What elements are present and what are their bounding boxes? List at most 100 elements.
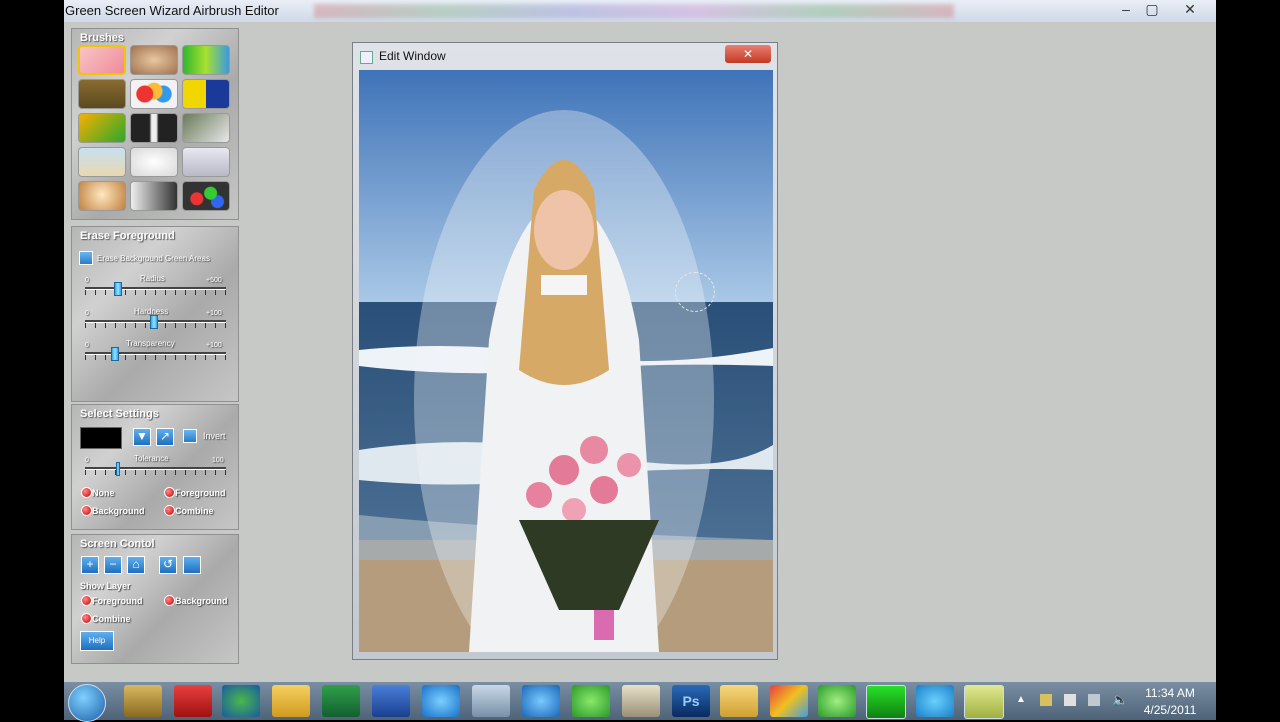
select-settings-panel: Select Settings ▼ ↗ Invert Tolerance 0 1… bbox=[71, 404, 239, 530]
close-button[interactable]: ✕ bbox=[1176, 0, 1204, 20]
color-dots-brush[interactable] bbox=[130, 79, 178, 109]
layer-radio-combine[interactable] bbox=[81, 613, 92, 624]
radio-combine-label: Combine bbox=[175, 506, 214, 516]
layer-radio-background[interactable] bbox=[164, 595, 175, 606]
transparency-label: Transparency bbox=[126, 339, 175, 348]
invert-checkbox[interactable] bbox=[183, 429, 197, 443]
title-decoration bbox=[314, 4, 954, 18]
fade-brush[interactable] bbox=[130, 181, 178, 211]
erase-background-label: Erase Background Green Areas bbox=[97, 254, 210, 263]
edit-window: Edit Window ✕ bbox=[352, 42, 778, 660]
transparency-min: 0 bbox=[85, 342, 89, 349]
erase-background-checkbox[interactable] bbox=[79, 251, 93, 265]
radio-combine[interactable] bbox=[164, 505, 175, 516]
erase-foreground-title: Erase Foreground bbox=[80, 230, 175, 242]
palm-brush[interactable] bbox=[78, 147, 126, 177]
maximize-button[interactable]: ▢ bbox=[1138, 0, 1166, 20]
brushes-title: Brushes bbox=[80, 32, 125, 44]
radio-none[interactable] bbox=[81, 487, 92, 498]
tray-flag-icon[interactable] bbox=[1064, 694, 1076, 706]
taskbar-mail-icon[interactable] bbox=[720, 685, 758, 717]
texture-brush[interactable] bbox=[78, 79, 126, 109]
tray-volume-icon[interactable]: 🔈 bbox=[1112, 692, 1128, 708]
home-button[interactable]: ⌂ bbox=[127, 556, 145, 574]
start-button[interactable] bbox=[68, 684, 106, 722]
color-swatch[interactable] bbox=[80, 427, 122, 449]
lightbulb-brush[interactable] bbox=[78, 181, 126, 211]
clock-time[interactable]: 11:34 AM bbox=[1136, 686, 1204, 700]
yellow-blue-brush[interactable] bbox=[182, 79, 230, 109]
title-bar[interactable]: Green Screen Wizard Airbrush Editor – ▢ … bbox=[64, 0, 1216, 22]
transparency-ticks bbox=[85, 355, 226, 360]
taskbar-calculator-icon[interactable] bbox=[472, 685, 510, 717]
taskbar-skype-icon[interactable] bbox=[916, 685, 954, 717]
layer-radio-foreground[interactable] bbox=[81, 595, 92, 606]
taskbar-photoshop-icon[interactable]: Ps bbox=[672, 685, 710, 717]
taskbar: Ps ▲ 🔈 11:34 AM 4/25/2011 bbox=[64, 682, 1216, 722]
gradient-brush[interactable] bbox=[182, 45, 230, 75]
show-layer-label: Show Layer bbox=[80, 581, 131, 591]
taskbar-excel-icon[interactable] bbox=[322, 685, 360, 717]
edit-window-close-button[interactable]: ✕ bbox=[725, 45, 771, 63]
taskbar-word-icon[interactable] bbox=[372, 685, 410, 717]
radius-min: 0 bbox=[85, 277, 89, 284]
radio-background-label: Background bbox=[92, 506, 145, 516]
wedding-brush[interactable] bbox=[182, 113, 230, 143]
taskbar-tools-icon[interactable] bbox=[124, 685, 162, 717]
taskbar-notes-icon[interactable] bbox=[964, 685, 1004, 719]
window-title: Green Screen Wizard Airbrush Editor bbox=[65, 3, 279, 18]
taskbar-green-icon[interactable] bbox=[818, 685, 856, 717]
clock-date[interactable]: 4/25/2011 bbox=[1136, 703, 1204, 717]
taskbar-greenscreen-wizard-icon[interactable] bbox=[866, 685, 906, 719]
minimize-button[interactable]: – bbox=[1112, 0, 1140, 20]
layer-radio-combine-label: Combine bbox=[92, 614, 131, 624]
tolerance-label: Tolerance bbox=[134, 454, 169, 463]
taskbar-filezilla-icon[interactable] bbox=[174, 685, 212, 717]
radio-none-label: None bbox=[92, 488, 115, 498]
radio-background[interactable] bbox=[81, 505, 92, 516]
brushes-panel: Brushes bbox=[71, 28, 239, 220]
screen-control-panel: Screen Contol + − ⌂ ↺ Show Layer Foregro… bbox=[71, 534, 239, 664]
brush-cursor bbox=[675, 272, 715, 312]
taskbar-leaf-icon[interactable] bbox=[572, 685, 610, 717]
edit-window-icon bbox=[360, 51, 373, 64]
taskbar-globe-icon[interactable] bbox=[222, 685, 260, 717]
radius-max: +500 bbox=[206, 277, 222, 284]
radio-foreground[interactable] bbox=[164, 487, 175, 498]
taskbar-ie-icon[interactable] bbox=[422, 685, 460, 717]
dropper-down-button[interactable]: ▼ bbox=[133, 428, 151, 446]
transparency-max: +100 bbox=[206, 342, 222, 349]
cloud-brush[interactable] bbox=[130, 147, 178, 177]
radius-slider[interactable] bbox=[114, 282, 122, 296]
undo-button[interactable]: ↺ bbox=[159, 556, 177, 574]
beach-bride-photo bbox=[359, 70, 773, 652]
photo-canvas[interactable] bbox=[359, 70, 773, 652]
tolerance-slider[interactable] bbox=[116, 462, 120, 476]
tray-expand-icon[interactable]: ▲ bbox=[1016, 694, 1026, 705]
car-brush[interactable] bbox=[182, 147, 230, 177]
tray-network-icon[interactable] bbox=[1088, 694, 1100, 706]
tolerance-min: 0 bbox=[85, 457, 89, 464]
eyedropper-button[interactable]: ↗ bbox=[156, 428, 174, 446]
eraser-brush[interactable] bbox=[78, 45, 126, 75]
invert-label: Invert bbox=[203, 431, 226, 441]
zoom-out-button[interactable]: − bbox=[104, 556, 122, 574]
radius-ticks bbox=[85, 290, 226, 295]
taskbar-browser-icon[interactable] bbox=[522, 685, 560, 717]
erase-foreground-panel: Erase Foreground Erase Background Green … bbox=[71, 226, 239, 402]
radio-foreground-label: Foreground bbox=[175, 488, 226, 498]
tuxedo-brush[interactable] bbox=[130, 113, 178, 143]
tray-power-icon[interactable] bbox=[1040, 694, 1052, 706]
portrait-brush[interactable] bbox=[130, 45, 178, 75]
hardness-slider[interactable] bbox=[150, 315, 158, 329]
zoom-in-button[interactable]: + bbox=[81, 556, 99, 574]
screen-control-title: Screen Contol bbox=[80, 538, 155, 550]
transparency-slider[interactable] bbox=[111, 347, 119, 361]
lizard-brush[interactable] bbox=[78, 113, 126, 143]
taskbar-picasa-icon[interactable] bbox=[770, 685, 808, 717]
taskbar-image-icon[interactable] bbox=[622, 685, 660, 717]
taskbar-folder-icon[interactable] bbox=[272, 685, 310, 717]
paint-brush[interactable] bbox=[182, 181, 230, 211]
help-button[interactable]: Help bbox=[80, 631, 114, 651]
fit-screen-button[interactable] bbox=[183, 556, 201, 574]
